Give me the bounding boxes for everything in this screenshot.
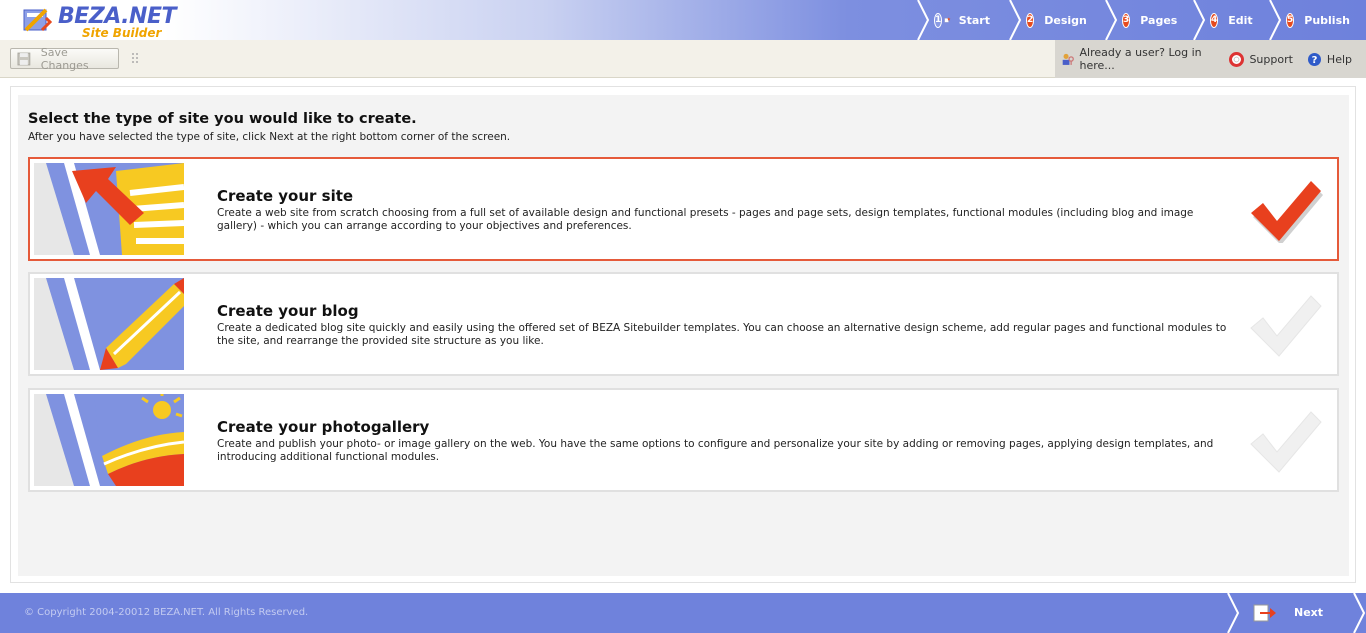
login-label: Already a user? Log in here... [1079,46,1202,72]
option-create-site[interactable]: Create your site Create a web site from … [28,157,1339,261]
wizard-steps: 1 Start 2 Design 3 Pages 4 Edit 5 Publis… [916,0,1366,40]
toolbar: Save Changes Already a user? Log in here… [0,40,1366,78]
logo-subtitle: Site Builder [82,26,162,40]
save-changes-label: Save Changes [40,45,89,72]
checkmark-unselected-icon [1250,295,1322,357]
next-arrow-icon [1253,604,1276,622]
chevron-right-icon [1227,593,1240,633]
option-title: Create your photogallery [217,418,430,436]
help-label: Help [1326,52,1352,66]
app-header: BEZA.NET Site Builder 1 Start 2 Design 3… [0,0,1366,40]
site-type-panel: Select the type of site you would like t… [18,95,1349,576]
support-link[interactable]: Support [1229,51,1293,67]
option-description: Create and publish your photo- or image … [217,438,1214,463]
beza-logo[interactable]: BEZA.NET Site Builder [22,4,182,40]
create-blog-thumbnail [34,278,184,370]
copyright-text: © Copyright 2004-20012 BEZA.NET. All Rig… [24,607,309,618]
option-title: Create your site [217,187,354,205]
star-page-icon [944,17,951,23]
chevron-right-icon [1105,0,1118,40]
next-button[interactable]: Next [1226,593,1366,633]
checkmark-selected-icon [1251,181,1323,243]
floppy-disk-icon [17,52,31,65]
step-publish[interactable]: 5 Publish [1268,0,1366,40]
content-frame: Select the type of site you would like t… [10,86,1356,583]
next-label: Next [1294,606,1324,619]
chevron-right-icon [1353,593,1366,633]
page-subtitle: After you have selected the type of site… [28,131,511,143]
create-photogallery-thumbnail [34,394,184,486]
chevron-right-icon [917,0,930,40]
app-footer: © Copyright 2004-20012 BEZA.NET. All Rig… [0,593,1366,633]
step-number: 3 [1122,12,1131,28]
save-changes-button[interactable]: Save Changes [10,45,119,72]
help-question-icon: ? [1307,52,1321,66]
step-label: Pages [1140,13,1178,27]
step-edit[interactable]: 4 Edit [1192,0,1268,40]
chevron-right-icon [1193,0,1206,40]
page-title: Select the type of site you would like t… [28,111,417,127]
builder-tools-icon [23,8,52,32]
step-label: Design [1044,13,1087,27]
option-create-photogallery[interactable]: Create your photogallery Create and publ… [28,388,1339,492]
step-pages[interactable]: 3 Pages [1104,0,1192,40]
create-site-thumbnail [34,163,184,255]
users-key-icon [1062,53,1074,65]
toolbar-links: Already a user? Log in here... Support ?… [1055,40,1366,78]
step-label: Publish [1304,13,1350,27]
option-create-blog[interactable]: Create your blog Create a dedicated blog… [28,272,1339,376]
option-description: Create a dedicated blog site quickly and… [217,322,1227,347]
chevron-right-icon [1269,0,1282,40]
step-number: 5 [1286,12,1295,28]
chevron-right-icon [1009,0,1022,40]
step-number: 2 [1026,12,1035,28]
lifebuoy-icon [1229,51,1245,67]
help-link[interactable]: ? Help [1307,52,1352,67]
step-label: Start [958,13,990,27]
svg-text:?: ? [1312,55,1318,66]
step-label: Edit [1228,13,1253,27]
option-title: Create your blog [217,302,359,320]
login-link[interactable]: Already a user? Log in here... [1061,46,1215,72]
support-label: Support [1249,52,1293,66]
checkmark-unselected-icon [1250,411,1322,473]
step-number: 1 [934,12,943,28]
step-design[interactable]: 2 Design [1008,0,1104,40]
step-number: 4 [1210,12,1219,28]
step-start[interactable]: 1 Start [916,0,1008,40]
toolbar-grip-icon [132,53,138,63]
option-description: Create a web site from scratch choosing … [217,207,1194,232]
